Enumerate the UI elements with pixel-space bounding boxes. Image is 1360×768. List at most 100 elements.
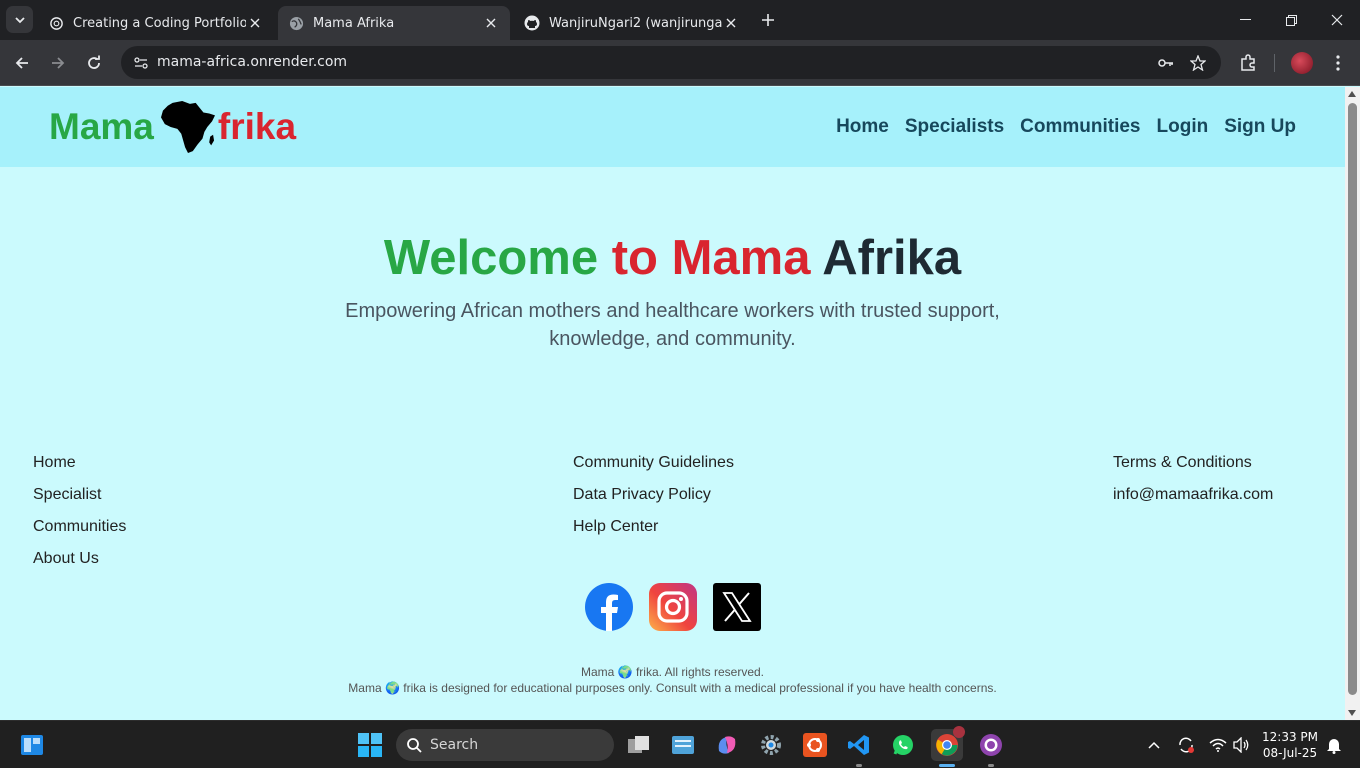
taskbar-app-ubuntu[interactable] (799, 729, 831, 761)
x-icon[interactable] (713, 583, 761, 631)
forward-button[interactable] (44, 49, 72, 77)
windows-icon (358, 733, 382, 757)
profile-avatar[interactable] (1291, 52, 1313, 74)
taskbar-search[interactable]: Search (396, 729, 614, 761)
ubuntu-icon (803, 733, 827, 757)
footer-link-home[interactable]: Home (33, 447, 126, 479)
restore-button[interactable] (1268, 0, 1314, 40)
footer-copyright: Mama 🌍 frika. All rights reserved. Mama … (0, 664, 1345, 696)
wifi-status[interactable] (1208, 735, 1228, 755)
close-icon[interactable] (722, 14, 740, 32)
active-indicator (939, 764, 955, 767)
address-bar[interactable]: mama-africa.onrender.com (121, 46, 1221, 79)
copyright-text-left: Mama (580, 665, 615, 679)
clock-time: 12:33 PM (1262, 730, 1318, 744)
windows-taskbar: Search 12:33 PM 08-Jul-25 (0, 720, 1360, 768)
tab-title: Creating a Coding Portfolio (73, 15, 246, 31)
nav-specialists[interactable]: Specialists (905, 116, 1004, 138)
whatsapp-icon (893, 735, 913, 755)
footer-link-terms[interactable]: Terms & Conditions (1113, 447, 1273, 479)
taskbar-app-github-desktop[interactable] (975, 729, 1007, 761)
widgets-button[interactable] (16, 729, 48, 761)
arrow-left-icon (15, 57, 28, 69)
disclaimer-text-left: Mama (348, 681, 382, 695)
profile-badge (953, 726, 965, 738)
facebook-icon[interactable] (585, 583, 633, 631)
task-view-button[interactable] (623, 729, 655, 761)
site-logo[interactable]: Mama frika (49, 100, 296, 154)
taskbar-app-copilot[interactable] (711, 729, 743, 761)
taskbar-app-settings[interactable] (755, 729, 787, 761)
copyright-text-right: frika. All rights reserved. (635, 665, 765, 679)
footer-link-email[interactable]: info@mamaafrika.com (1113, 479, 1273, 511)
page-scrollbar[interactable] (1345, 87, 1360, 720)
extensions-button[interactable] (1235, 50, 1261, 76)
footer-link-communities[interactable]: Communities (33, 511, 126, 543)
footer-link-data-privacy[interactable]: Data Privacy Policy (573, 479, 734, 511)
tab-coding-portfolio[interactable]: Creating a Coding Portfolio (38, 6, 274, 40)
system-clock[interactable]: 12:33 PM 08-Jul-25 (1262, 729, 1318, 761)
star-icon[interactable] (1186, 51, 1210, 75)
hero-subtitle: Empowering African mothers and healthcar… (345, 300, 1000, 350)
sync-status[interactable] (1176, 735, 1196, 755)
show-hidden-icons[interactable] (1144, 735, 1164, 755)
browser-toolbar: mama-africa.onrender.com (0, 40, 1360, 86)
hero-title-word: Afrika (822, 231, 962, 285)
hero-section: Welcome to Mama Afrika Empowering Africa… (0, 227, 1345, 353)
github-desktop-icon (980, 734, 1002, 756)
arrow-right-icon (52, 57, 65, 69)
close-icon[interactable] (246, 14, 264, 32)
close-icon[interactable] (482, 14, 500, 32)
github-icon (524, 15, 540, 31)
new-tab-button[interactable] (756, 8, 780, 32)
scroll-up-icon[interactable] (1348, 91, 1356, 97)
task-view-icon (628, 736, 649, 753)
notification-center[interactable] (1324, 735, 1344, 755)
instagram-icon[interactable] (649, 583, 697, 631)
reload-icon (88, 55, 100, 69)
site-settings-icon[interactable] (129, 51, 153, 75)
close-window-button[interactable] (1314, 0, 1360, 40)
tab-title: Mama Afrika (313, 15, 395, 31)
logo-text-left: Mama (49, 106, 154, 147)
nav-login[interactable]: Login (1157, 116, 1209, 138)
scrollbar-thumb[interactable] (1348, 103, 1357, 695)
nav-home[interactable]: Home (836, 116, 889, 138)
copyright-line: Mama 🌍 frika. All rights reserved. (0, 664, 1345, 680)
back-button[interactable] (8, 49, 36, 77)
minimize-button[interactable] (1222, 0, 1268, 40)
taskbar-app-whatsapp[interactable] (887, 729, 919, 761)
puzzle-icon (1241, 54, 1255, 71)
footer-link-community-guidelines[interactable]: Community Guidelines (573, 447, 734, 479)
disclaimer-text-right: frika is designed for educational purpos… (403, 681, 997, 695)
tab-mama-afrika[interactable]: Mama Afrika (278, 6, 510, 40)
restore-icon (1285, 14, 1297, 26)
footer-link-specialist[interactable]: Specialist (33, 479, 126, 511)
key-icon[interactable] (1154, 51, 1178, 75)
tab-search-button[interactable] (6, 6, 33, 33)
gear-icon (761, 735, 781, 755)
widgets-icon (21, 735, 43, 755)
hero-title-word: Mama (671, 231, 811, 285)
scroll-down-icon[interactable] (1348, 710, 1356, 716)
openai-icon (48, 15, 64, 31)
start-button[interactable] (354, 729, 386, 761)
nav-communities[interactable]: Communities (1020, 116, 1140, 138)
web-page: Mama frika Home Specialists Communities … (0, 87, 1345, 720)
nav-sign-up[interactable]: Sign Up (1224, 116, 1296, 138)
toolbar-divider (1274, 54, 1275, 72)
social-links (585, 583, 761, 631)
volume-control[interactable] (1232, 735, 1252, 755)
reload-button[interactable] (80, 49, 108, 77)
globe-icon: 🌍 (384, 681, 400, 695)
footer-link-help-center[interactable]: Help Center (573, 511, 734, 543)
taskbar-app-vscode[interactable] (843, 729, 875, 761)
taskbar-app-chrome[interactable] (931, 726, 965, 761)
search-placeholder: Search (430, 737, 479, 753)
tab-github[interactable]: WanjiruNgari2 (wanjirungari2) (514, 6, 750, 40)
footer-links-col-2: Community Guidelines Data Privacy Policy… (573, 447, 734, 543)
taskbar-app-terminal[interactable] (667, 729, 699, 761)
main-nav: Home Specialists Communities Login Sign … (836, 116, 1296, 138)
footer-link-about-us[interactable]: About Us (33, 543, 126, 575)
menu-button[interactable] (1325, 50, 1351, 76)
